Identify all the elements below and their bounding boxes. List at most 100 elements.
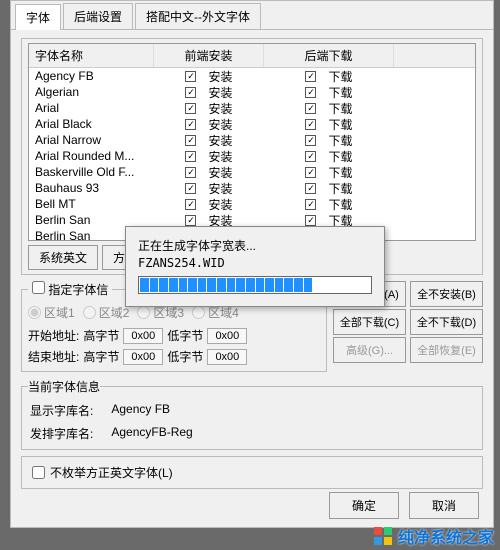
start-hi-input[interactable] bbox=[123, 328, 163, 344]
progress-message: 正在生成字体字宽表... bbox=[138, 237, 372, 254]
header-name: 字体名称 bbox=[29, 44, 154, 67]
download-label: 下载 bbox=[328, 180, 352, 197]
download-none-button[interactable]: 全不下载(D) bbox=[410, 309, 483, 335]
font-name-cell: Agency FB bbox=[29, 69, 154, 83]
install-label: 安装 bbox=[208, 132, 232, 149]
install-label: 安装 bbox=[208, 148, 232, 165]
specify-font-legend: 指定字体信 bbox=[48, 283, 108, 297]
table-row[interactable]: Algerian ✓ 安装 ✓ 下载 bbox=[29, 84, 475, 100]
install-label: 安装 bbox=[208, 84, 232, 101]
table-row[interactable]: Bauhaus 93✓安装✓下载 bbox=[29, 180, 475, 196]
fe-checkbox[interactable]: ✓ bbox=[185, 151, 196, 162]
fe-checkbox[interactable]: ✓ bbox=[185, 183, 196, 194]
font-name-cell: Arial Narrow bbox=[29, 133, 154, 147]
table-row[interactable]: Arial Narrow ✓ 安装 ✓ 下载 bbox=[29, 132, 475, 148]
download-label: 下载 bbox=[328, 116, 352, 133]
layout-font-value: AgencyFB-Reg bbox=[111, 425, 192, 442]
fe-checkbox[interactable]: ✓ bbox=[185, 167, 196, 178]
install-label: 安装 bbox=[208, 100, 232, 117]
table-row[interactable]: Bell MT ✓ 安装 ✓ 下载 bbox=[29, 196, 475, 212]
radio-region4 bbox=[192, 306, 205, 319]
display-font-label: 显示字库名: bbox=[30, 402, 93, 419]
font-list[interactable]: Agency FB ✓ 安装 ✓ 下载 Algerian ✓ 安装 ✓ 下载 Arial ✓ 安装 ✓ 下载… bbox=[29, 68, 475, 244]
install-label: 安装 bbox=[208, 68, 232, 85]
header-backend: 后端下载 bbox=[264, 44, 394, 67]
start-lo-input[interactable] bbox=[207, 328, 247, 344]
start-addr-label: 开始地址: bbox=[28, 327, 79, 344]
hi-byte-label-2: 高字节 bbox=[83, 348, 119, 365]
be-checkbox[interactable]: ✓ bbox=[305, 199, 316, 210]
fe-checkbox[interactable]: ✓ bbox=[185, 103, 196, 114]
radio-region2 bbox=[83, 306, 96, 319]
radio-region3 bbox=[137, 306, 150, 319]
fe-checkbox[interactable]: ✓ bbox=[185, 135, 196, 146]
be-checkbox[interactable]: ✓ bbox=[305, 87, 316, 98]
fe-checkbox[interactable]: ✓ bbox=[185, 119, 196, 130]
watermark: 纯净系统之家 bbox=[374, 524, 494, 548]
hi-byte-label: 高字节 bbox=[83, 327, 119, 344]
table-row[interactable]: Arial ✓ 安装 ✓ 下载 bbox=[29, 100, 475, 116]
font-name-cell: Arial Black bbox=[29, 117, 154, 131]
layout-font-label: 发排字库名: bbox=[30, 425, 93, 442]
font-name-cell: Algerian bbox=[29, 85, 154, 99]
download-label: 下载 bbox=[328, 132, 352, 149]
header-frontend: 前端安装 bbox=[154, 44, 264, 67]
be-checkbox[interactable]: ✓ bbox=[305, 119, 316, 130]
download-label: 下载 bbox=[328, 84, 352, 101]
font-name-cell: Berlin San bbox=[29, 213, 154, 227]
lo-byte-label-2: 低字节 bbox=[167, 348, 203, 365]
install-label: 安装 bbox=[208, 164, 232, 181]
table-row[interactable]: Baskerville Old F... ✓ 安装 ✓ 下载 bbox=[29, 164, 475, 180]
end-hi-input[interactable] bbox=[123, 349, 163, 365]
current-font-legend: 当前字体信息 bbox=[28, 378, 100, 395]
advanced-button[interactable]: 高级(G)... bbox=[333, 337, 406, 363]
install-none-button[interactable]: 全不安装(B) bbox=[410, 281, 483, 307]
radio-region1 bbox=[28, 306, 41, 319]
install-label: 安装 bbox=[208, 196, 232, 213]
download-label: 下载 bbox=[328, 164, 352, 181]
lo-byte-label: 低字节 bbox=[167, 327, 203, 344]
install-label: 安装 bbox=[208, 116, 232, 133]
system-english-button[interactable]: 系统英文 bbox=[28, 245, 98, 270]
tab-mixed[interactable]: 搭配中文--外文字体 bbox=[135, 3, 261, 29]
download-label: 下载 bbox=[328, 148, 352, 165]
font-name-cell: Bell MT bbox=[29, 197, 154, 211]
cancel-button[interactable]: 取消 bbox=[409, 492, 479, 519]
be-checkbox[interactable]: ✓ bbox=[305, 103, 316, 114]
be-checkbox[interactable]: ✓ bbox=[305, 151, 316, 162]
end-lo-input[interactable] bbox=[207, 349, 247, 365]
font-name-cell: Bauhaus 93 bbox=[29, 181, 154, 195]
be-checkbox[interactable]: ✓ bbox=[305, 71, 316, 82]
table-row[interactable]: Arial Rounded M...✓安装✓下载 bbox=[29, 148, 475, 164]
progress-bar bbox=[138, 276, 372, 294]
end-addr-label: 结束地址: bbox=[28, 348, 79, 365]
no-enum-founder-checkbox[interactable] bbox=[32, 466, 45, 479]
download-label: 下载 bbox=[328, 196, 352, 213]
restore-all-button: 全部恢复(E) bbox=[410, 337, 483, 363]
fe-checkbox[interactable]: ✓ bbox=[185, 215, 196, 226]
be-checkbox[interactable]: ✓ bbox=[305, 167, 316, 178]
specify-font-checkbox[interactable] bbox=[32, 281, 45, 294]
fe-checkbox[interactable]: ✓ bbox=[185, 199, 196, 210]
table-row[interactable]: Arial Black ✓ 安装 ✓ 下载 bbox=[29, 116, 475, 132]
fe-checkbox[interactable]: ✓ bbox=[185, 87, 196, 98]
tab-font[interactable]: 字体 bbox=[15, 4, 61, 30]
watermark-text: 纯净系统之家 bbox=[398, 524, 494, 548]
font-name-cell: Baskerville Old F... bbox=[29, 165, 154, 179]
font-name-cell: Arial bbox=[29, 101, 154, 115]
tab-backend[interactable]: 后端设置 bbox=[63, 3, 133, 29]
download-label: 下载 bbox=[328, 68, 352, 85]
be-checkbox[interactable]: ✓ bbox=[305, 215, 316, 226]
table-row[interactable]: Agency FB ✓ 安装 ✓ 下载 bbox=[29, 68, 475, 84]
download-label: 下载 bbox=[328, 100, 352, 117]
ok-button[interactable]: 确定 bbox=[329, 492, 399, 519]
windows-icon bbox=[374, 527, 392, 545]
be-checkbox[interactable]: ✓ bbox=[305, 183, 316, 194]
be-checkbox[interactable]: ✓ bbox=[305, 135, 316, 146]
progress-dialog: 正在生成字体字宽表... FZANS254.WID bbox=[125, 226, 385, 307]
fe-checkbox[interactable]: ✓ bbox=[185, 71, 196, 82]
download-all-button[interactable]: 全部下载(C) bbox=[333, 309, 406, 335]
progress-filename: FZANS254.WID bbox=[138, 256, 372, 270]
no-enum-founder-label: 不枚举方正英文字体(L) bbox=[50, 464, 173, 481]
font-table: 字体名称 前端安装 后端下载 Agency FB ✓ 安装 ✓ 下载 Algerian ✓ 安… bbox=[28, 43, 476, 241]
